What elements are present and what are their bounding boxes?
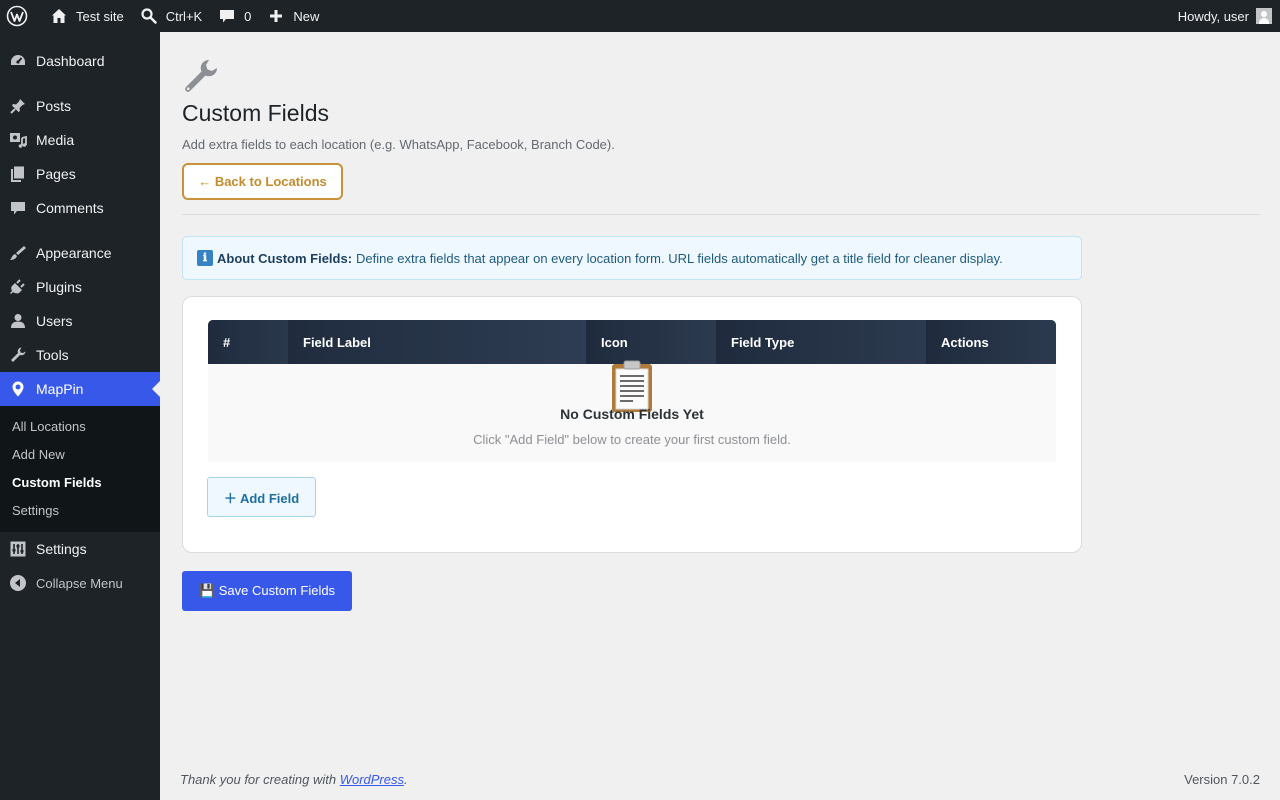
comments-count: 0 [244, 8, 252, 24]
sidebar-item-label: Users [36, 313, 73, 329]
brush-icon [8, 243, 28, 263]
footer-thanks-suffix: . [404, 772, 408, 787]
search-shortcut-label: Ctrl+K [165, 8, 203, 24]
sliders-icon [8, 539, 28, 559]
admin-bar: Test site Ctrl+K 0 New Howdy, user [0, 0, 1280, 32]
footer-version: Version 7.0.2 [1184, 772, 1260, 787]
add-field-button[interactable]: ＋ Add Field [207, 477, 316, 517]
sidebar-item-mappin[interactable]: MapPin [0, 372, 160, 406]
custom-fields-table: # Field Label Icon Field Type Actions No… [208, 320, 1056, 462]
sidebar-item-label: Tools [36, 347, 69, 363]
custom-fields-card: # Field Label Icon Field Type Actions No… [182, 296, 1082, 553]
sidebar-item-label: Settings [36, 541, 87, 557]
sidebar-item-label: Dashboard [36, 53, 105, 69]
sidebar-item-appearance[interactable]: Appearance [0, 236, 160, 270]
pages-icon [8, 164, 28, 184]
avatar [1256, 8, 1272, 24]
home-icon [52, 9, 66, 23]
howdy-text: Howdy, user [1177, 8, 1249, 24]
map-pin-icon [8, 379, 28, 399]
sidebar-item-label: Pages [36, 166, 76, 182]
sidebar-item-label: Posts [36, 98, 72, 114]
info-icon: ℹ [197, 250, 213, 266]
main-content: Custom Fields Add extra fields to each l… [160, 32, 1280, 800]
mappin-submenu: All Locations Add New Custom Fields Sett… [0, 406, 160, 532]
wrench-icon [182, 58, 218, 97]
empty-state-subtitle: Click "Add Field" below to create your f… [473, 432, 791, 447]
page-title: Custom Fields [182, 100, 329, 126]
sidebar-item-comments[interactable]: Comments [0, 191, 160, 225]
column-header-number: # [208, 320, 288, 364]
sidebar-item-label: Media [36, 132, 75, 148]
sidebar-item-label: Appearance [36, 245, 112, 261]
info-notice: ℹ About Custom Fields: Define extra fiel… [182, 236, 1082, 280]
page-subtitle: Add extra fields to each location (e.g. … [182, 137, 615, 152]
dashboard-icon [8, 51, 28, 71]
back-to-locations-button[interactable]: ← Back to Locations [182, 163, 343, 200]
column-header-icon: Icon [586, 320, 716, 364]
collapse-menu-button[interactable]: Collapse Menu [0, 566, 160, 600]
new-label: New [293, 8, 320, 24]
collapse-icon [8, 573, 28, 593]
empty-state: No Custom Fields Yet Click "Add Field" b… [208, 360, 1056, 462]
new-content-link[interactable]: New [259, 0, 327, 32]
search-shortcut[interactable]: Ctrl+K [132, 0, 210, 32]
user-icon [8, 311, 28, 331]
column-header-field-label: Field Label [288, 320, 586, 364]
sidebar-item-tools[interactable]: Tools [0, 338, 160, 372]
sidebar-item-settings[interactable]: Settings [0, 532, 160, 566]
collapse-menu-label: Collapse Menu [36, 575, 123, 591]
column-header-field-type: Field Type [716, 320, 926, 364]
save-custom-fields-button[interactable]: 💾 Save Custom Fields [182, 571, 352, 611]
sidebar-item-posts[interactable]: Posts [0, 89, 160, 123]
comment-icon [220, 10, 235, 23]
divider [182, 214, 1260, 215]
sidebar-item-label: MapPin [36, 381, 84, 397]
plus-icon [270, 10, 283, 22]
sidebar-item-dashboard[interactable]: Dashboard [0, 44, 160, 78]
media-icon [8, 130, 28, 150]
footer-thanks: Thank you for creating with WordPress. [180, 772, 408, 787]
comments-link[interactable]: 0 [210, 0, 259, 32]
sidebar-item-users[interactable]: Users [0, 304, 160, 338]
search-icon [141, 8, 157, 24]
admin-sidebar: Dashboard Posts Media Pages Comments App… [0, 32, 160, 800]
sidebar-item-label: Comments [36, 200, 104, 216]
wordpress-link[interactable]: WordPress [340, 772, 404, 787]
sidebar-item-media[interactable]: Media [0, 123, 160, 157]
sidebar-item-plugins[interactable]: Plugins [0, 270, 160, 304]
wrench-icon [8, 345, 28, 365]
pin-icon [8, 96, 28, 116]
site-name-link[interactable]: Test site [42, 0, 132, 32]
wordpress-logo-icon[interactable] [0, 0, 42, 32]
notice-title: About Custom Fields: [217, 250, 353, 266]
submenu-add-new[interactable]: Add New [0, 441, 160, 469]
submenu-all-locations[interactable]: All Locations [0, 413, 160, 441]
comment-icon [8, 198, 28, 218]
notice-text: Define extra fields that appear on every… [356, 250, 1003, 266]
plug-icon [8, 277, 28, 297]
account-menu[interactable]: Howdy, user [1178, 8, 1280, 24]
footer-thanks-text: Thank you for creating with [180, 772, 340, 787]
sidebar-item-pages[interactable]: Pages [0, 157, 160, 191]
site-name: Test site [76, 8, 124, 24]
table-header: # Field Label Icon Field Type Actions [208, 320, 1056, 364]
submenu-settings[interactable]: Settings [0, 497, 160, 525]
sidebar-item-label: Plugins [36, 279, 82, 295]
column-header-actions: Actions [926, 320, 1056, 364]
submenu-custom-fields[interactable]: Custom Fields [0, 469, 160, 497]
empty-state-title: No Custom Fields Yet [560, 406, 704, 422]
